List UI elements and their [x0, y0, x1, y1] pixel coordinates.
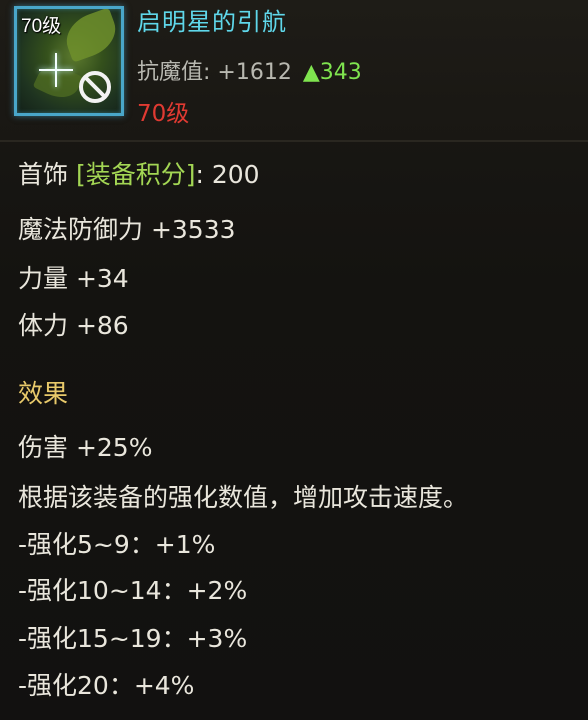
slot-score-row: 首饰 [装备积分]: 200 [18, 155, 260, 191]
primary-stat-label: 抗魔值: [137, 60, 211, 85]
effect-line: 根据该装备的强化数值，增加攻击速度。 [18, 483, 469, 512]
primary-stat-value: +1612 [217, 60, 292, 85]
stat-line: 力量 +34 [18, 264, 129, 293]
score-separator: : [195, 160, 204, 189]
effect-line: -强化20：+4% [18, 671, 195, 700]
primary-stat-increase: ▲343 [302, 60, 362, 85]
score-value: 200 [211, 160, 260, 189]
required-level: 70级 [137, 101, 190, 127]
primary-stat: 抗魔值: +1612 ▲343 [137, 54, 362, 86]
item-level-badge: 70级 [21, 16, 62, 37]
effect-line: -强化10~14：+2% [18, 576, 248, 605]
tooltip-header: 70级 启明星的引航 抗魔值: +1612 ▲343 70级 [0, 0, 588, 140]
effect-title: 效果 [18, 379, 69, 408]
item-name: 启明星的引航 [137, 8, 287, 36]
effect-line: 伤害 +25% [18, 433, 153, 462]
slot-label: 首饰 [18, 160, 69, 189]
forbidden-icon [79, 71, 111, 103]
effect-line: -强化5~9：+1% [18, 530, 216, 559]
divider [0, 140, 588, 142]
item-icon: 70级 [14, 6, 124, 116]
score-label: [装备积分] [75, 160, 196, 189]
stat-line: 魔法防御力 +3533 [18, 215, 236, 244]
stat-line: 体力 +86 [18, 311, 129, 340]
star-sparkle-icon [39, 53, 73, 87]
item-tooltip: 70级 启明星的引航 抗魔值: +1612 ▲343 70级 首饰 [装备积分]… [0, 0, 588, 720]
effect-line: -强化15~19：+3% [18, 624, 248, 653]
